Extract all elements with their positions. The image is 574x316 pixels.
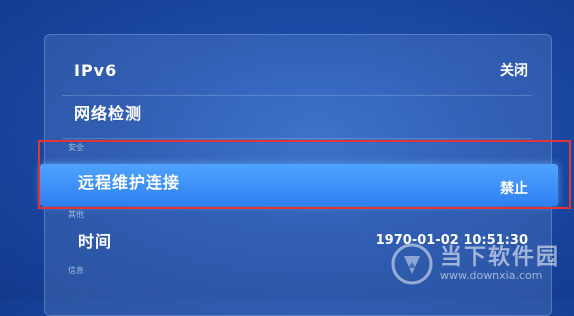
watermark-name: 当下软件园 [440, 244, 561, 270]
setting-value: 关闭 [500, 63, 528, 79]
setting-label: 时间 [78, 232, 113, 251]
watermark-url: www.downxia.com [440, 269, 543, 283]
divider [62, 138, 532, 139]
setting-row-network-check[interactable]: 网络检测 [44, 88, 550, 136]
setting-label: 网络检测 [74, 104, 143, 123]
setting-label: IPv6 [74, 60, 118, 80]
watermark-logo-icon [390, 242, 434, 286]
section-label-info: 信息 [68, 266, 84, 275]
setting-row-ipv6[interactable]: IPv6 关闭 [44, 46, 550, 94]
watermark: 当下软件园 www.downxia.com [390, 236, 565, 292]
highlight-annotation-box [38, 140, 571, 209]
